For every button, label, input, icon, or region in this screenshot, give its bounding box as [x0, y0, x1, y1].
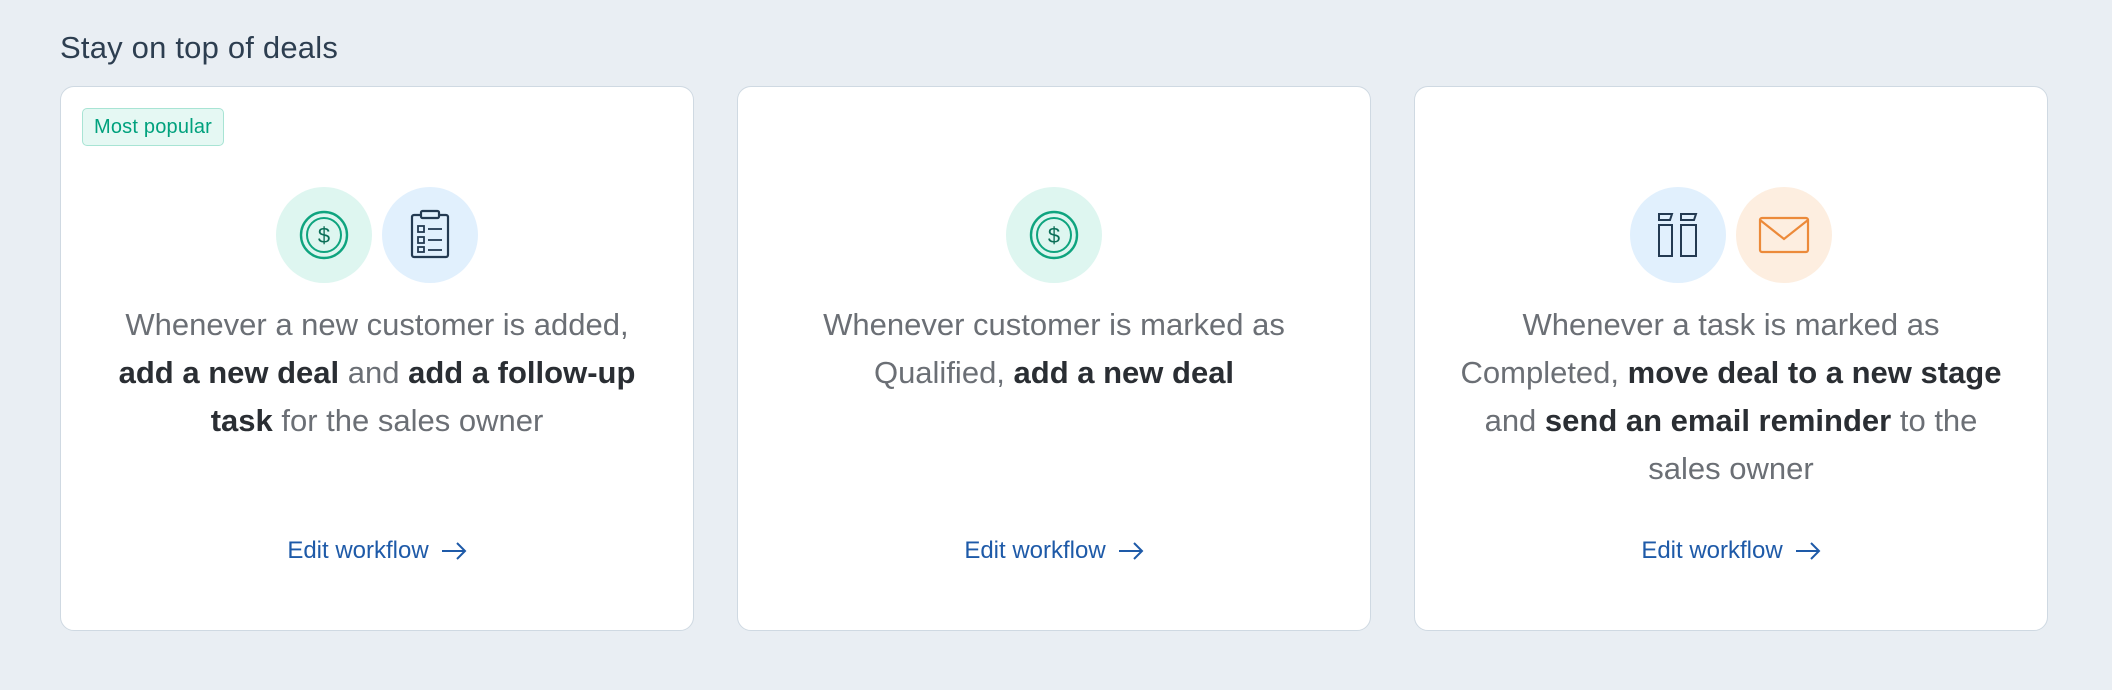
description-action: move deal to a new stage	[1627, 355, 2002, 390]
description-text: and	[339, 355, 409, 390]
edit-workflow-label[interactable]: Edit workflow	[1641, 537, 1782, 565]
arrow-right-icon	[441, 542, 467, 560]
clipboard-checklist-icon	[382, 187, 478, 283]
edit-workflow-link[interactable]: Edit workflow	[61, 537, 693, 565]
description-text: and	[1484, 403, 1545, 438]
card-icons: $	[738, 187, 1370, 283]
workflow-card-new-customer[interactable]: Most popular $ Whenever a new customer i…	[60, 86, 694, 631]
workflow-description: Whenever a task is marked as Completed, …	[1459, 301, 2003, 493]
workflow-card-customer-qualified[interactable]: $ Whenever customer is marked as Qualifi…	[737, 86, 1371, 631]
most-popular-badge: Most popular	[82, 108, 225, 146]
edit-workflow-link[interactable]: Edit workflow	[1415, 537, 2047, 565]
workflow-card-task-completed[interactable]: Whenever a task is marked as Completed, …	[1414, 86, 2048, 631]
dollar-coin-icon: $	[1006, 187, 1102, 283]
description-text: for the sales owner	[272, 403, 544, 438]
workflow-description: Whenever a new customer is added, add a …	[105, 301, 649, 445]
description-action: add a new deal	[118, 355, 340, 390]
edit-workflow-label[interactable]: Edit workflow	[964, 537, 1105, 565]
card-icons	[1415, 187, 2047, 283]
card-icons: $	[61, 187, 693, 283]
pipeline-columns-icon	[1630, 187, 1726, 283]
section-title: Stay on top of deals	[60, 30, 339, 65]
edit-workflow-label[interactable]: Edit workflow	[287, 537, 428, 565]
arrow-right-icon	[1118, 542, 1144, 560]
workflow-description: Whenever customer is marked as Qualified…	[782, 301, 1326, 397]
svg-text:$: $	[318, 223, 330, 248]
svg-text:$: $	[1048, 223, 1060, 248]
edit-workflow-link[interactable]: Edit workflow	[738, 537, 1370, 565]
description-action: add a new deal	[1013, 355, 1235, 390]
dollar-coin-icon: $	[276, 187, 372, 283]
stay-on-top-of-deals-section: Stay on top of deals Most popular $ When…	[60, 28, 2052, 631]
workflow-cards: Most popular $ Whenever a new customer i…	[60, 86, 2048, 631]
description-action: send an email reminder	[1544, 403, 1892, 438]
description-text: Whenever a new customer is added,	[125, 307, 629, 342]
arrow-right-icon	[1795, 542, 1821, 560]
envelope-icon	[1736, 187, 1832, 283]
